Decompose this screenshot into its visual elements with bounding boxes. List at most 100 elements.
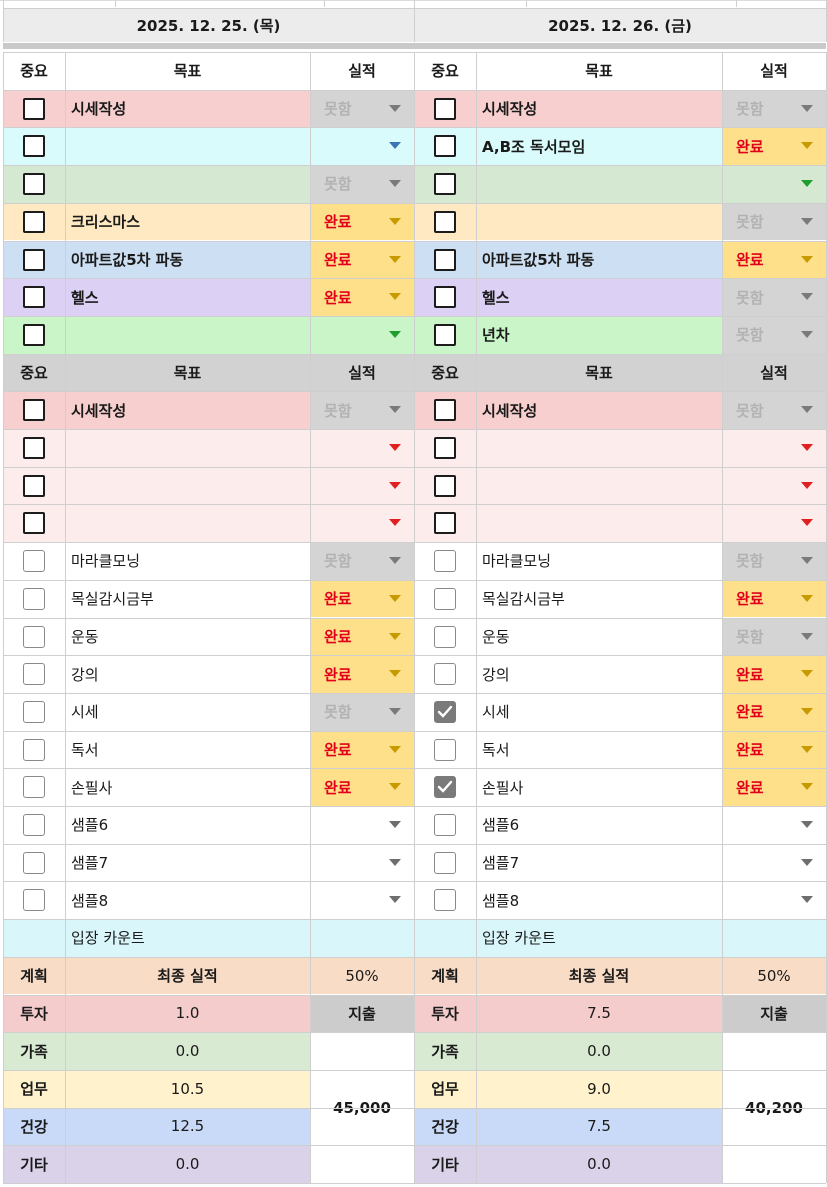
goal-cell[interactable]: 샘플8 xyxy=(476,881,722,919)
dropdown-arrow-icon[interactable] xyxy=(389,821,401,828)
dropdown-arrow-icon[interactable] xyxy=(389,104,401,112)
importance-checkbox[interactable] xyxy=(434,173,456,196)
importance-checkbox[interactable] xyxy=(23,173,45,196)
dropdown-arrow-icon[interactable] xyxy=(389,707,401,715)
goal-cell[interactable]: 운동 xyxy=(65,618,310,656)
goal-cell[interactable]: A,B조 독서모임 xyxy=(476,127,722,165)
dropdown-arrow-icon[interactable] xyxy=(801,557,813,565)
dropdown-arrow-icon[interactable] xyxy=(801,745,813,753)
goal-cell[interactable]: 시세작성 xyxy=(476,391,722,429)
goal-cell[interactable]: 샘플6 xyxy=(65,806,310,844)
goal-cell[interactable]: 헬스 xyxy=(65,278,310,316)
goal-cell[interactable]: 샘플7 xyxy=(65,844,310,882)
importance-checkbox[interactable] xyxy=(23,738,45,761)
dropdown-arrow-icon[interactable] xyxy=(389,406,401,414)
dropdown-arrow-icon[interactable] xyxy=(801,293,813,301)
dropdown-arrow-icon[interactable] xyxy=(389,330,401,338)
goal-cell[interactable]: 샘플6 xyxy=(476,806,722,844)
dropdown-arrow-icon[interactable] xyxy=(801,406,813,414)
goal-cell[interactable] xyxy=(65,165,310,203)
dropdown-arrow-icon[interactable] xyxy=(801,217,813,225)
importance-checkbox[interactable] xyxy=(434,625,456,648)
importance-checkbox[interactable] xyxy=(434,399,456,422)
dropdown-arrow-icon[interactable] xyxy=(389,519,401,527)
importance-checkbox[interactable] xyxy=(23,512,45,535)
goal-cell[interactable]: 마라클모닝 xyxy=(476,542,722,580)
importance-checkbox[interactable] xyxy=(23,437,45,459)
dropdown-arrow-icon[interactable] xyxy=(801,255,813,263)
goal-cell[interactable] xyxy=(65,429,310,467)
dropdown-arrow-icon[interactable] xyxy=(801,180,813,188)
importance-checkbox[interactable] xyxy=(434,135,456,158)
goal-cell[interactable]: 헬스 xyxy=(476,278,722,316)
goal-cell[interactable] xyxy=(476,203,722,241)
goal-cell[interactable] xyxy=(65,127,310,165)
importance-checkbox[interactable] xyxy=(434,97,456,120)
dropdown-arrow-icon[interactable] xyxy=(389,745,401,753)
importance-checkbox[interactable] xyxy=(434,663,456,686)
importance-checkbox[interactable] xyxy=(23,210,45,233)
importance-checkbox[interactable] xyxy=(434,512,456,535)
dropdown-arrow-icon[interactable] xyxy=(389,858,401,866)
importance-checkbox[interactable] xyxy=(23,248,45,271)
goal-cell[interactable] xyxy=(65,467,310,505)
goal-cell[interactable]: 손필사 xyxy=(476,768,722,806)
goal-cell[interactable]: 운동 xyxy=(476,618,722,656)
importance-checkbox[interactable] xyxy=(23,587,45,610)
goal-cell[interactable] xyxy=(65,504,310,542)
dropdown-arrow-icon[interactable] xyxy=(801,104,813,112)
dropdown-arrow-icon[interactable] xyxy=(389,896,401,904)
dropdown-arrow-icon[interactable] xyxy=(389,444,401,451)
goal-cell[interactable]: 샘플8 xyxy=(65,881,310,919)
importance-checkbox[interactable] xyxy=(434,776,456,799)
dropdown-arrow-icon[interactable] xyxy=(389,557,401,565)
goal-cell[interactable]: 독서 xyxy=(476,731,722,769)
dropdown-arrow-icon[interactable] xyxy=(389,293,401,301)
goal-cell[interactable] xyxy=(65,316,310,354)
importance-checkbox[interactable] xyxy=(434,210,456,233)
importance-checkbox[interactable] xyxy=(23,663,45,686)
importance-checkbox[interactable] xyxy=(23,550,45,573)
dropdown-arrow-icon[interactable] xyxy=(801,670,813,678)
goal-cell[interactable]: 목실감시금부 xyxy=(476,580,722,618)
importance-checkbox[interactable] xyxy=(23,700,45,723)
goal-cell[interactable]: 아파트값5차 파동 xyxy=(65,241,310,279)
importance-checkbox[interactable] xyxy=(23,625,45,648)
dropdown-arrow-icon[interactable] xyxy=(801,444,813,451)
importance-checkbox[interactable] xyxy=(434,248,456,271)
dropdown-arrow-icon[interactable] xyxy=(389,783,401,791)
goal-cell[interactable]: 손필사 xyxy=(65,768,310,806)
importance-checkbox[interactable] xyxy=(434,738,456,761)
importance-checkbox[interactable] xyxy=(23,286,45,309)
dropdown-arrow-icon[interactable] xyxy=(801,707,813,715)
goal-cell[interactable]: 목실감시금부 xyxy=(65,580,310,618)
dropdown-arrow-icon[interactable] xyxy=(801,632,813,640)
importance-checkbox[interactable] xyxy=(23,135,45,158)
dropdown-arrow-icon[interactable] xyxy=(801,896,813,904)
goal-cell[interactable]: 강의 xyxy=(476,655,722,693)
goal-cell[interactable]: 샘플7 xyxy=(476,844,722,882)
goal-cell[interactable]: 마라클모닝 xyxy=(65,542,310,580)
goal-cell[interactable]: 시세작성 xyxy=(476,90,722,128)
importance-checkbox[interactable] xyxy=(23,889,45,912)
dropdown-arrow-icon[interactable] xyxy=(801,330,813,338)
goal-cell[interactable] xyxy=(476,504,722,542)
importance-checkbox[interactable] xyxy=(434,814,456,836)
importance-checkbox[interactable] xyxy=(434,587,456,610)
dropdown-arrow-icon[interactable] xyxy=(801,481,813,489)
importance-checkbox[interactable] xyxy=(23,323,45,346)
importance-checkbox[interactable] xyxy=(23,814,45,836)
dropdown-arrow-icon[interactable] xyxy=(389,670,401,678)
dropdown-arrow-icon[interactable] xyxy=(389,217,401,225)
dropdown-arrow-icon[interactable] xyxy=(801,783,813,791)
goal-cell[interactable]: 시세작성 xyxy=(65,90,310,128)
importance-checkbox[interactable] xyxy=(434,437,456,459)
importance-checkbox[interactable] xyxy=(23,776,45,799)
dropdown-arrow-icon[interactable] xyxy=(389,632,401,640)
importance-checkbox[interactable] xyxy=(23,399,45,422)
importance-checkbox[interactable] xyxy=(434,851,456,874)
goal-cell[interactable]: 아파트값5차 파동 xyxy=(476,241,722,279)
dropdown-arrow-icon[interactable] xyxy=(389,594,401,602)
importance-checkbox[interactable] xyxy=(434,286,456,309)
importance-checkbox[interactable] xyxy=(23,97,45,120)
